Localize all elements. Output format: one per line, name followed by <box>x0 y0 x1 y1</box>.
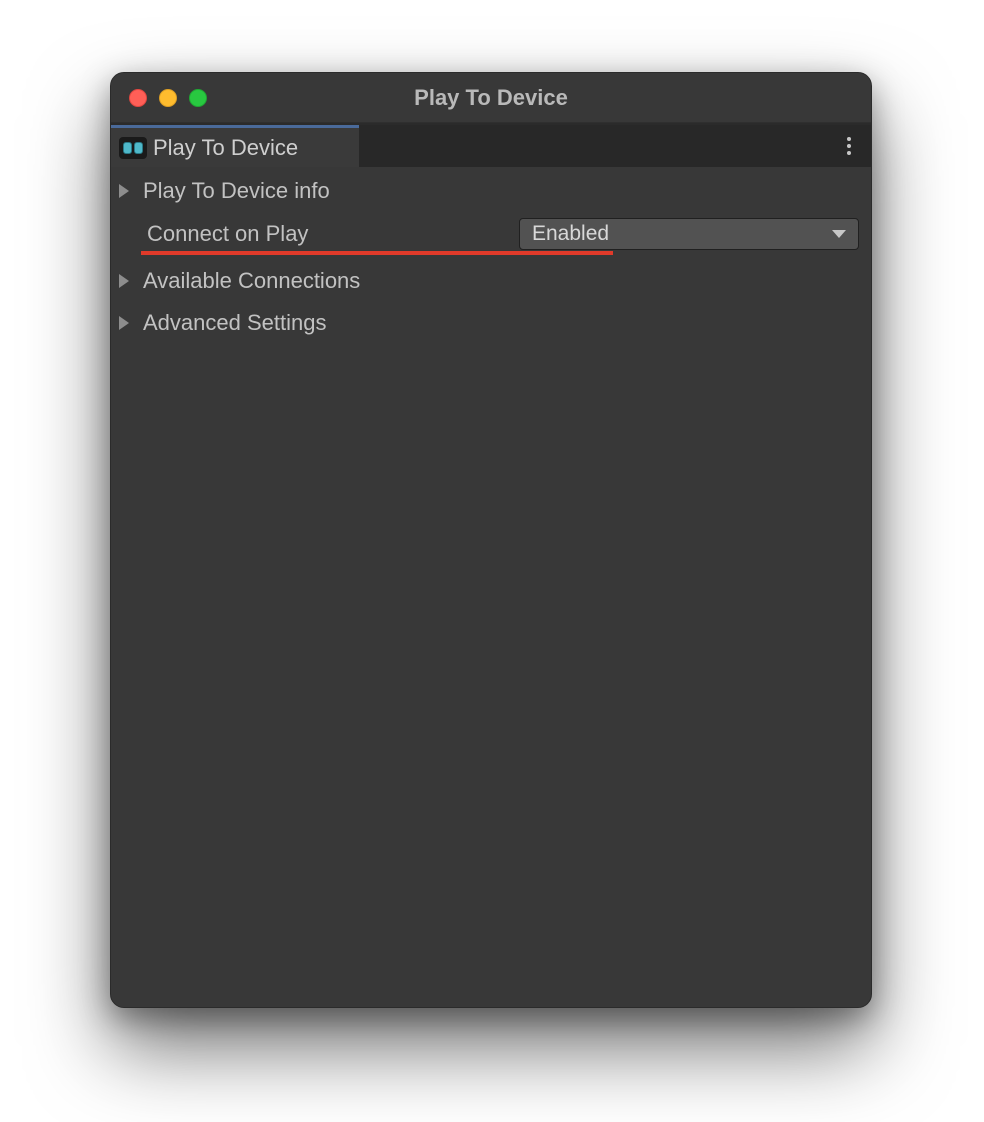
tab-bar: Play To Device <box>111 123 871 167</box>
tab-label: Play To Device <box>153 135 298 161</box>
foldout-advanced-settings[interactable]: Advanced Settings <box>111 305 871 341</box>
close-button[interactable] <box>129 89 147 107</box>
titlebar[interactable]: Play To Device <box>111 73 871 123</box>
tabbar-spacer <box>359 125 827 167</box>
foldout-play-to-device-info[interactable]: Play To Device info <box>111 173 871 209</box>
window-title: Play To Device <box>111 85 871 111</box>
foldout-available-connections[interactable]: Available Connections <box>111 263 871 299</box>
foldout-label: Available Connections <box>143 268 360 294</box>
dropdown-value: Enabled <box>532 222 609 246</box>
window-controls <box>129 89 207 107</box>
tab-play-to-device[interactable]: Play To Device <box>111 125 359 167</box>
canvas: Play To Device Play To Device Play To De… <box>0 0 984 1122</box>
chevron-down-icon <box>832 230 846 238</box>
foldout-label: Play To Device info <box>143 178 330 204</box>
chevron-right-icon <box>119 274 129 288</box>
editor-window: Play To Device Play To Device Play To De… <box>110 72 872 1008</box>
panel-content: Play To Device info Connect on Play Enab… <box>111 167 871 341</box>
vr-headset-icon <box>119 137 147 159</box>
zoom-button[interactable] <box>189 89 207 107</box>
panel-options-button[interactable] <box>827 125 871 167</box>
minimize-button[interactable] <box>159 89 177 107</box>
foldout-label: Advanced Settings <box>143 310 326 336</box>
field-label-connect-on-play: Connect on Play <box>147 221 519 247</box>
chevron-right-icon <box>119 184 129 198</box>
highlight-underline <box>141 251 613 255</box>
kebab-icon <box>847 137 851 155</box>
field-connect-on-play: Connect on Play Enabled <box>111 215 871 253</box>
dropdown-connect-on-play[interactable]: Enabled <box>519 218 859 250</box>
chevron-right-icon <box>119 316 129 330</box>
